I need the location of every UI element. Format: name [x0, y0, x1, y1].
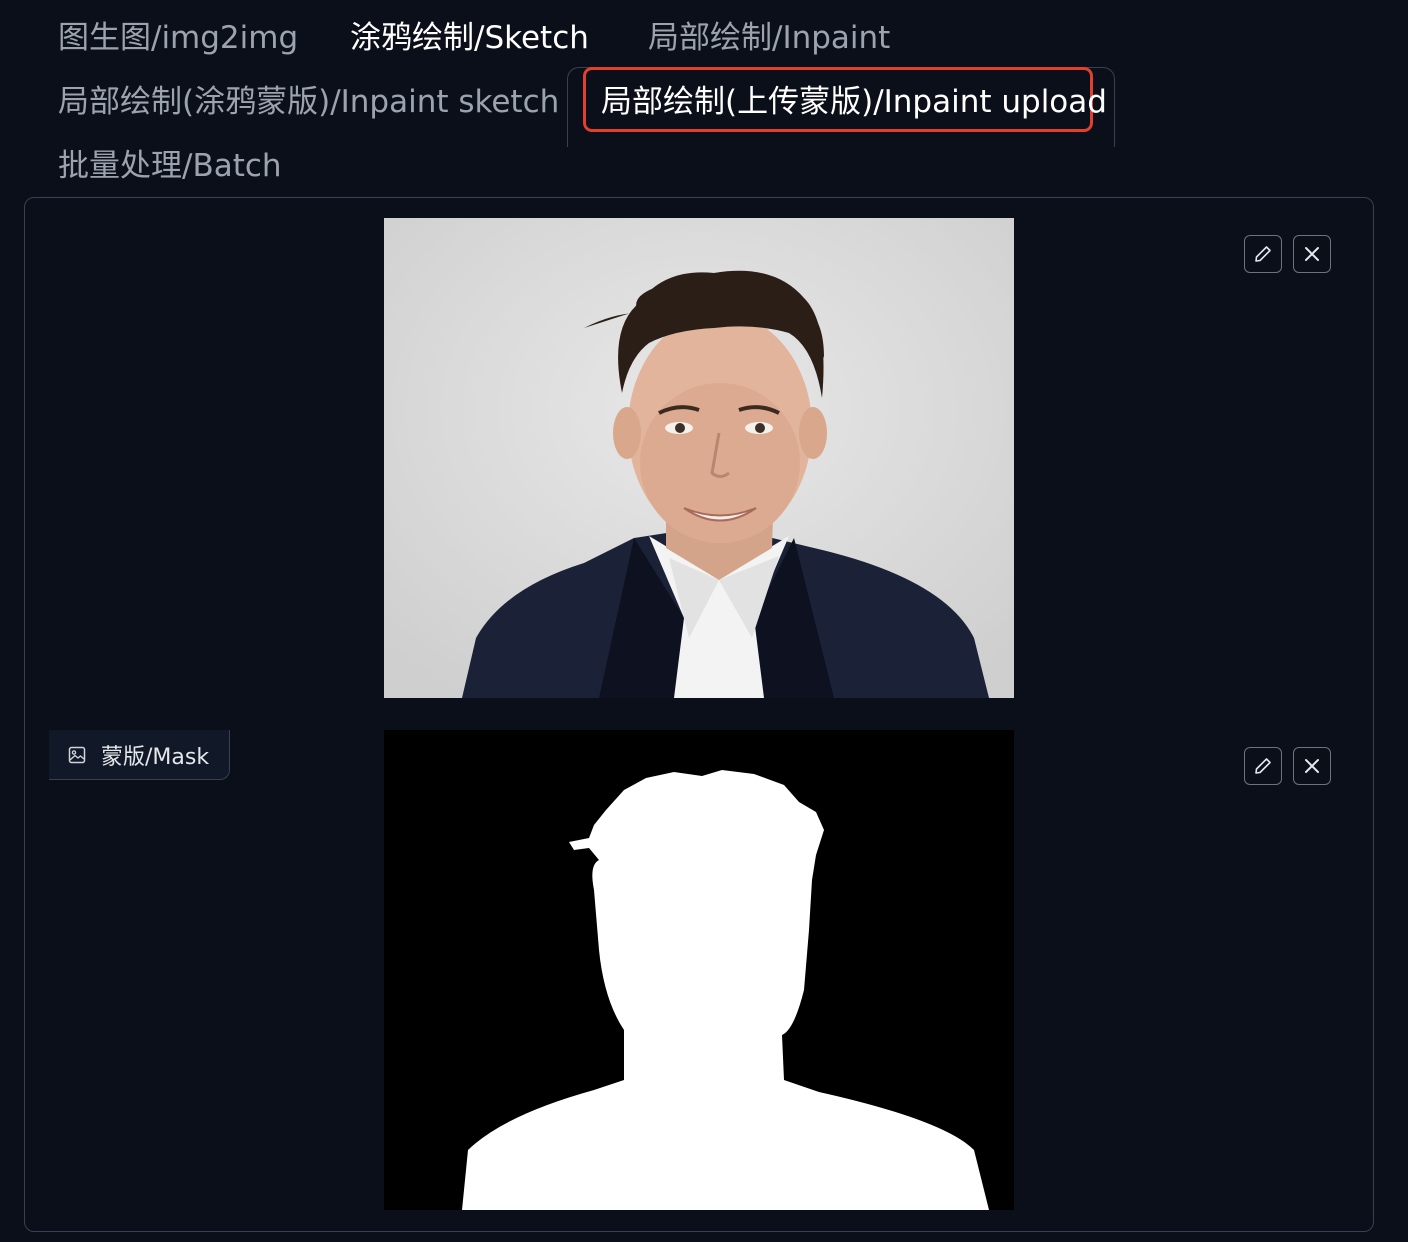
uploaded-image[interactable] [384, 218, 1014, 698]
tab-sketch[interactable]: 涂鸦绘制/Sketch [350, 18, 589, 58]
edit-mask-button[interactable] [1244, 747, 1282, 785]
image-icon [68, 746, 86, 763]
tab-inpaint-upload[interactable]: 局部绘制(上传蒙版)/Inpaint upload [601, 82, 1107, 122]
close-icon [1305, 759, 1319, 773]
tab-inpaint-sketch[interactable]: 局部绘制(涂鸦蒙版)/Inpaint sketch [58, 82, 559, 122]
mask-image[interactable] [384, 730, 1014, 1210]
tab-batch[interactable]: 批量处理/Batch [58, 146, 282, 186]
close-icon [1305, 247, 1319, 261]
clear-image-button[interactable] [1293, 235, 1331, 273]
clear-mask-button[interactable] [1293, 747, 1331, 785]
pencil-icon [1255, 246, 1271, 262]
mask-label-text: 蒙版/Mask [101, 744, 210, 770]
pencil-icon [1255, 758, 1271, 774]
tab-inpaint[interactable]: 局部绘制/Inpaint [648, 18, 890, 58]
mask-label: 蒙版/Mask [49, 730, 230, 780]
tab-img2img[interactable]: 图生图/img2img [58, 18, 298, 58]
edit-image-button[interactable] [1244, 235, 1282, 273]
